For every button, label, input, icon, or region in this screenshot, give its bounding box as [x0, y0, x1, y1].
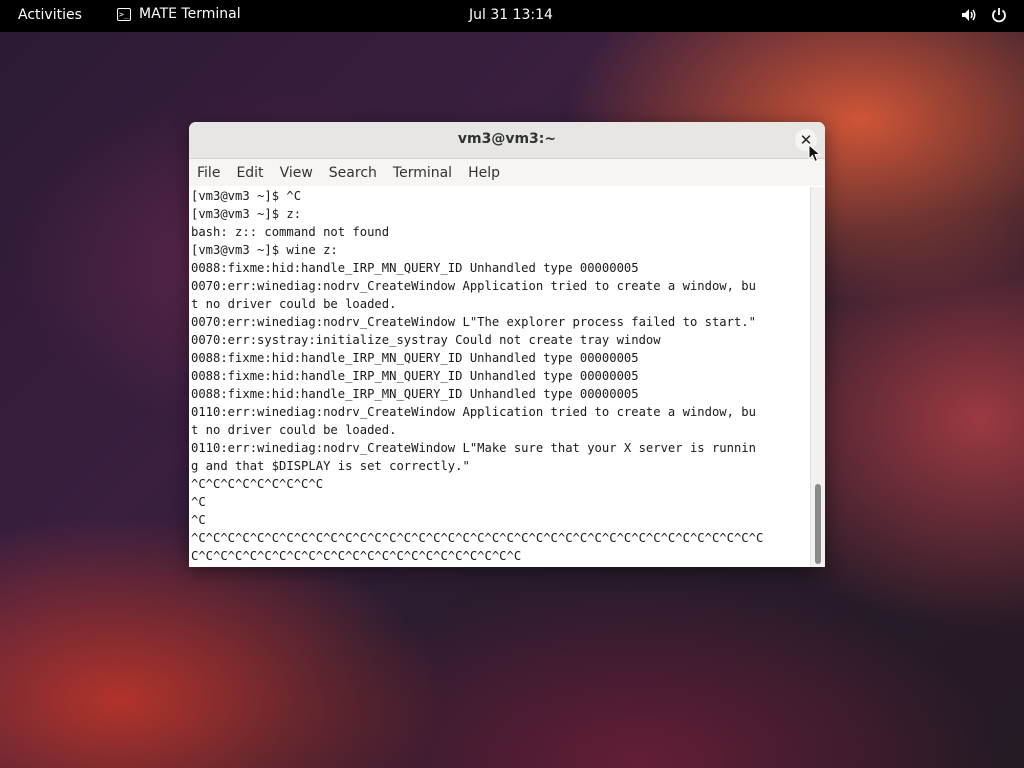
title-bar[interactable]: vm3@vm3:~ ✕	[189, 122, 825, 159]
menu-terminal[interactable]: Terminal	[385, 165, 460, 181]
app-menu-label: MATE Terminal	[139, 6, 241, 22]
menu-edit[interactable]: Edit	[228, 165, 271, 181]
terminal-line: C^C^C^C^C^C^C^C^C^C^C^C^C^C^C^C^C^C^C^C^…	[191, 549, 522, 563]
volume-icon[interactable]	[960, 6, 978, 24]
terminal-line: [vm3@vm3 ~]$ wine z:	[191, 243, 338, 257]
terminal-line: 0088:fixme:hid:handle_IRP_MN_QUERY_ID Un…	[191, 369, 639, 383]
terminal-line: 0110:err:winediag:nodrv_CreateWindow L"M…	[191, 441, 756, 455]
terminal-line: 0070:err:winediag:nodrv_CreateWindow L"T…	[191, 315, 756, 329]
terminal-line: 0070:err:winediag:nodrv_CreateWindow App…	[191, 279, 756, 293]
terminal-line: ^C^C^C^C^C^C^C^C^C	[191, 477, 324, 491]
terminal-output[interactable]: [vm3@vm3 ~]$ ^C [vm3@vm3 ~]$ z: bash: z:…	[189, 187, 811, 567]
terminal-line: 0070:err:systray:initialize_systray Coul…	[191, 333, 661, 347]
terminal-window: vm3@vm3:~ ✕ File Edit View Search Termin…	[189, 122, 825, 567]
menu-view[interactable]: View	[272, 165, 321, 181]
terminal-line: bash: z:: command not found	[191, 225, 390, 239]
terminal-line: 0088:fixme:hid:handle_IRP_MN_QUERY_ID Un…	[191, 351, 639, 365]
scrollbar[interactable]	[810, 187, 825, 567]
terminal-line: ^C	[191, 495, 206, 509]
top-bar: Activities >_ MATE Terminal Jul 31 13:14	[0, 0, 1024, 32]
mouse-pointer-icon	[808, 143, 822, 164]
terminal-line: t no driver could be loaded.	[191, 423, 397, 437]
terminal-line: [vm3@vm3 ~]$ z:	[191, 207, 302, 221]
terminal-icon: >_	[117, 7, 131, 21]
window-title: vm3@vm3:~	[457, 131, 557, 147]
terminal-line: 0110:err:winediag:nodrv_CreateWindow App…	[191, 405, 756, 419]
menu-bar: File Edit View Search Terminal Help	[189, 159, 825, 186]
terminal-line: 0088:fixme:hid:handle_IRP_MN_QUERY_ID Un…	[191, 387, 639, 401]
menu-file[interactable]: File	[189, 165, 228, 181]
terminal-line: 0088:fixme:hid:handle_IRP_MN_QUERY_ID Un…	[191, 261, 639, 275]
terminal-line: g and that $DISPLAY is set correctly."	[191, 459, 470, 473]
menu-search[interactable]: Search	[321, 165, 385, 181]
system-menu[interactable]	[960, 6, 1008, 24]
menu-help[interactable]: Help	[460, 165, 508, 181]
activities-button[interactable]: Activities	[18, 7, 82, 23]
terminal-line: [vm3@vm3 ~]$ ^C	[191, 189, 302, 203]
power-icon[interactable]	[990, 6, 1008, 24]
terminal-line: t no driver could be loaded.	[191, 297, 397, 311]
clock[interactable]: Jul 31 13:14	[469, 7, 553, 23]
scrollbar-thumb[interactable]	[815, 484, 821, 564]
terminal-line: ^C^C^C^C^C^C^C^C^C^C^C^C^C^C^C^C^C^C^C^C…	[191, 531, 764, 545]
terminal-line: ^C	[191, 513, 206, 527]
app-menu[interactable]: >_ MATE Terminal	[117, 6, 241, 22]
